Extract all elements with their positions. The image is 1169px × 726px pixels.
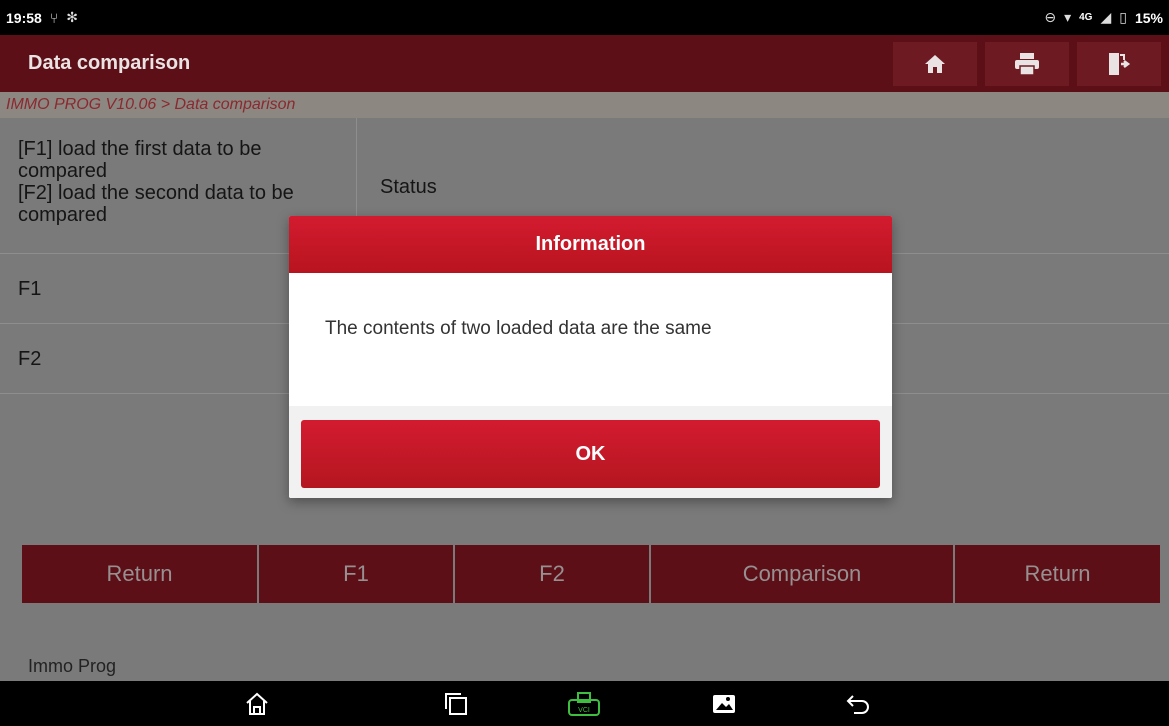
bluetooth-icon: ✻ <box>66 9 78 25</box>
gallery-icon[interactable] <box>711 691 737 717</box>
usb-icon: ⑂ <box>49 9 59 26</box>
recent-apps-icon[interactable] <box>443 691 469 717</box>
wifi-icon: ▾ <box>1064 9 1072 25</box>
print-icon <box>1015 53 1039 76</box>
dialog-footer: OK <box>289 406 892 498</box>
breadcrumb: IMMO PROG V10.06 > Data comparison <box>0 92 1169 118</box>
dialog-message: The contents of two loaded data are the … <box>325 317 712 339</box>
status-bar: 19:58 ⑂ ✻ ⊖ ▾ 4G ◢ ▯ 15% <box>0 0 1169 35</box>
return-button[interactable]: Return <box>22 545 257 603</box>
exit-button[interactable] <box>1077 42 1161 86</box>
dnd-icon: ⊖ <box>1044 9 1057 25</box>
home-icon[interactable] <box>244 691 270 717</box>
status-header: Status <box>380 176 437 198</box>
app-name-label: Immo Prog <box>28 656 117 676</box>
back-icon[interactable] <box>845 691 871 717</box>
f2-button[interactable]: F2 <box>455 545 649 603</box>
home-icon <box>925 55 945 73</box>
return-button-right[interactable]: Return <box>955 545 1160 603</box>
function-button-bar: Return F1 F2 Comparison Return <box>22 545 1160 603</box>
exit-icon <box>1109 53 1131 75</box>
f1-button[interactable]: F1 <box>259 545 453 603</box>
title-bar: Data comparison <box>0 35 1169 92</box>
navigation-bar: VCI <box>0 681 1169 726</box>
page-title: Data comparison <box>28 52 191 74</box>
row-label: F1 <box>18 278 42 300</box>
dialog-title: Information <box>289 216 892 273</box>
status-time: 19:58 <box>6 9 42 26</box>
vci-icon[interactable]: VCI <box>567 691 601 717</box>
comparison-button[interactable]: Comparison <box>651 545 953 603</box>
home-button[interactable] <box>893 42 977 86</box>
battery-level: 15% <box>1134 9 1163 26</box>
print-button[interactable] <box>985 42 1069 86</box>
information-dialog: Information The contents of two loaded d… <box>289 216 892 498</box>
ok-button[interactable]: OK <box>301 420 880 488</box>
svg-text:VCI: VCI <box>578 707 590 714</box>
battery-icon: ▯ <box>1119 9 1127 25</box>
row-label: F2 <box>18 348 42 370</box>
network-label: 4G <box>1079 12 1093 23</box>
signal-icon: ◢ <box>1100 9 1112 25</box>
